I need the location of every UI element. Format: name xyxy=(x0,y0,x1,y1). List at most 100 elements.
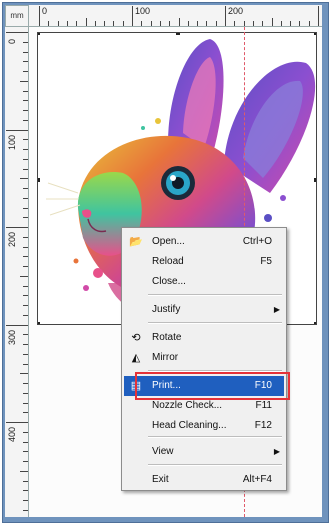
ruler-tick xyxy=(23,285,28,287)
ruler-tick xyxy=(23,61,28,63)
ruler-tick xyxy=(23,41,28,43)
ruler-tick xyxy=(23,71,28,72)
ruler-tick xyxy=(6,324,28,326)
ruler-tick xyxy=(299,21,301,26)
ruler-horizontal: 0 100 200 xyxy=(29,5,322,27)
ruler-tick xyxy=(23,139,28,141)
ruler-tick xyxy=(234,21,236,26)
ruler-tick xyxy=(20,470,28,472)
ruler-tick xyxy=(113,21,115,26)
menu-item-shortcut: Alt+F4 xyxy=(242,474,272,485)
menu-item-reload[interactable]: Reload F5 xyxy=(124,252,284,272)
menu-item-rotate[interactable]: ⟲ Rotate xyxy=(124,328,284,348)
ruler-tick xyxy=(23,509,28,511)
ruler-tick xyxy=(23,392,28,394)
menu-item-label: Mirror xyxy=(152,352,179,363)
ruler-tick xyxy=(169,21,171,26)
menu-item-print[interactable]: ▤ Print... F10 xyxy=(124,376,284,396)
ruler-tick xyxy=(243,21,245,26)
ruler-tick xyxy=(23,168,28,170)
ruler-tick xyxy=(39,6,40,26)
menu-item-justify[interactable]: Justify ▶ xyxy=(124,300,284,320)
ruler-tick xyxy=(23,256,28,258)
resize-handle[interactable] xyxy=(38,33,40,35)
menu-item-nozzle-check[interactable]: Nozzle Check... F11 xyxy=(124,396,284,416)
ruler-tick xyxy=(66,21,68,26)
menu-item-head-cleaning[interactable]: Head Cleaning... F12 xyxy=(124,416,284,436)
menu-item-label: Open... xyxy=(152,236,185,247)
menu-item-label: View xyxy=(152,446,174,457)
ruler-tick xyxy=(271,18,273,26)
ruler-tick xyxy=(206,21,208,26)
ruler-tick xyxy=(23,119,28,121)
menu-item-label: Close... xyxy=(152,276,186,287)
ruler-tick xyxy=(280,21,282,26)
mirror-icon: ◭ xyxy=(131,352,141,364)
ruler-tick xyxy=(85,18,87,26)
ruler-tick xyxy=(23,363,28,365)
menu-separator xyxy=(148,436,282,438)
menu-item-open[interactable]: 📂 Open... Ctrl+O xyxy=(124,232,284,252)
menu-item-label: Exit xyxy=(152,474,169,485)
resize-handle[interactable] xyxy=(38,178,40,182)
ruler-tick xyxy=(104,21,106,26)
menu-item-close[interactable]: Close... xyxy=(124,272,284,292)
menu-item-label: Justify xyxy=(152,304,181,315)
ruler-tick xyxy=(23,295,28,297)
ruler-tick xyxy=(20,80,28,82)
resize-handle[interactable] xyxy=(314,322,316,324)
ruler-tick xyxy=(23,158,28,160)
submenu-arrow-icon: ▶ xyxy=(273,305,280,314)
ruler-tick xyxy=(23,431,28,433)
menu-item-mirror[interactable]: ◭ Mirror xyxy=(124,348,284,368)
ruler-tick xyxy=(23,305,28,306)
ruler-label: 300 xyxy=(7,329,17,345)
ruler-tick xyxy=(20,275,28,277)
menu-item-label: Nozzle Check... xyxy=(152,400,223,411)
ruler-tick xyxy=(262,21,264,26)
menu-separator xyxy=(148,322,282,324)
menu-separator xyxy=(148,370,282,372)
ruler-tick xyxy=(197,21,199,26)
printer-icon: ▤ xyxy=(130,380,142,392)
menu-item-label: Head Cleaning... xyxy=(152,420,227,431)
ruler-tick xyxy=(23,480,28,482)
ruler-tick xyxy=(6,32,28,33)
menu-item-view[interactable]: View ▶ xyxy=(124,442,284,462)
ruler-tick xyxy=(178,18,180,26)
resize-handle[interactable] xyxy=(314,178,316,182)
ruler-tick xyxy=(6,227,28,228)
ruler-label: 0 xyxy=(42,6,48,16)
ruler-tick xyxy=(23,402,28,404)
menu-item-exit[interactable]: Exit Alt+F4 xyxy=(124,470,284,490)
menu-item-label: Print... xyxy=(152,380,181,391)
ruler-label: 200 xyxy=(7,231,17,247)
ruler-tick xyxy=(23,412,28,414)
ruler-tick xyxy=(6,422,28,423)
ruler-tick xyxy=(23,100,28,102)
ruler-tick xyxy=(225,6,226,26)
ruler-tick xyxy=(23,266,28,267)
ruler-tick xyxy=(23,217,28,219)
submenu-arrow-icon: ▶ xyxy=(273,447,280,456)
menu-item-shortcut: F11 xyxy=(255,400,273,411)
ruler-tick xyxy=(122,21,124,26)
menu-separator xyxy=(148,464,282,466)
ruler-tick xyxy=(48,21,50,26)
resize-handle[interactable] xyxy=(176,33,180,35)
rotate-icon: ⟲ xyxy=(131,332,141,344)
menu-item-label: Reload xyxy=(152,256,184,267)
ruler-unit: mm xyxy=(5,5,29,27)
ruler-tick xyxy=(57,21,59,26)
ruler-vertical: 0 100 200 300 400 xyxy=(5,27,29,517)
ruler-label: 400 xyxy=(7,426,17,442)
ruler-tick xyxy=(23,236,28,238)
resize-handle[interactable] xyxy=(38,322,40,324)
ruler-tick xyxy=(23,353,28,355)
ruler-tick xyxy=(290,21,292,26)
menu-item-label: Rotate xyxy=(152,332,182,343)
resize-handle[interactable] xyxy=(314,33,316,35)
ruler-tick xyxy=(23,197,28,199)
ruler-tick xyxy=(94,21,96,26)
ruler-tick xyxy=(23,207,28,209)
